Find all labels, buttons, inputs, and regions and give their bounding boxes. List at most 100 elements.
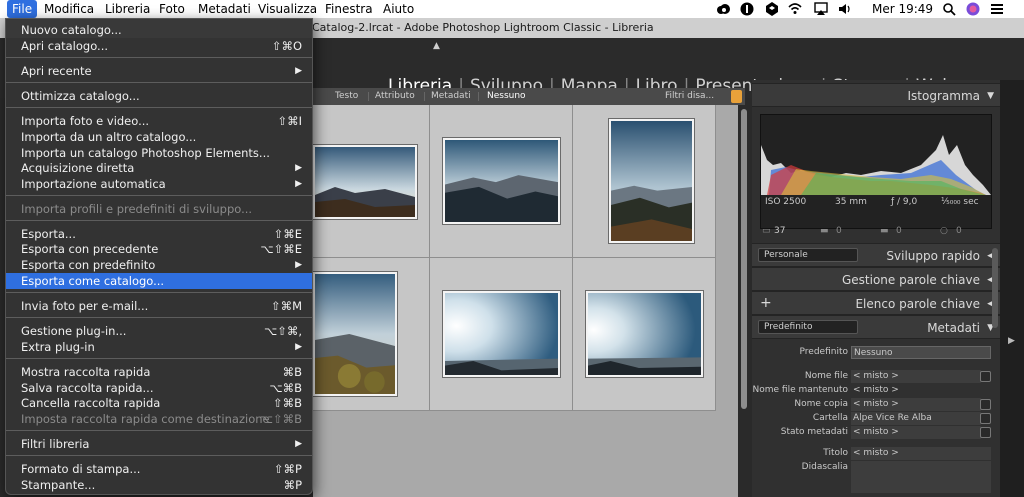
metadata-value: < misto > xyxy=(853,385,899,395)
wifi-icon[interactable] xyxy=(788,2,802,16)
grid-cell[interactable] xyxy=(430,105,573,258)
filter-divider xyxy=(478,92,479,101)
grid-cell[interactable] xyxy=(313,105,430,258)
menu-item-nuovo-catalogo[interactable]: Nuovo catalogo... xyxy=(6,22,312,38)
menu-item-ottimizza-catalogo[interactable]: Ottimizza catalogo... xyxy=(6,88,312,104)
siri-icon[interactable] xyxy=(966,2,980,16)
keyword-list-header[interactable]: + Elenco parole chiave ◀ xyxy=(752,291,1000,315)
dropbox-icon[interactable] xyxy=(765,2,779,16)
metadata-row-nome-copia: Nome copia < misto > xyxy=(752,398,1000,412)
photo-thumbnail[interactable] xyxy=(313,272,397,396)
photo-thumbnail[interactable] xyxy=(443,291,560,377)
metadata-value[interactable]: < misto > xyxy=(851,447,991,460)
info-circle-icon[interactable] xyxy=(740,2,754,16)
menu-item-apri-recente[interactable]: Apri recente ▶ xyxy=(6,63,312,79)
lock-icon[interactable] xyxy=(731,90,742,103)
collapse-triangle-icon[interactable]: ▼ xyxy=(987,85,994,107)
brush-tool-icon[interactable]: ▬ xyxy=(880,226,889,236)
menu-item-acquisizione-diretta[interactable]: Acquisizione diretta ▶ xyxy=(6,160,312,176)
metadata-value[interactable]: < misto > xyxy=(851,426,981,439)
creative-cloud-icon[interactable] xyxy=(716,2,730,16)
menu-item-stampante[interactable]: Stampante... ⌘P xyxy=(6,477,312,493)
grid-cell[interactable] xyxy=(573,105,716,258)
grid-cell[interactable] xyxy=(430,258,573,411)
clock[interactable]: Mer 19:49 xyxy=(872,1,933,17)
right-panel-scrollbar[interactable] xyxy=(992,248,998,328)
menu-item-importa-elements[interactable]: Importa un catalogo Photoshop Elements..… xyxy=(6,145,312,161)
menu-separator xyxy=(6,292,312,293)
caption-textarea[interactable] xyxy=(851,461,991,493)
menu-item-filtri-libreria[interactable]: Filtri libreria ▶ xyxy=(6,436,312,452)
menu-item-esporta-con-predefinito[interactable]: Esporta con predefinito ▶ xyxy=(6,257,312,273)
metadata-value[interactable]: < misto > xyxy=(851,398,981,411)
exif-shutter: ¹⁄₅₀₀₀ sec xyxy=(941,197,979,207)
metadata-action-button[interactable] xyxy=(980,427,991,438)
grid-scrollbar[interactable] xyxy=(738,105,750,497)
metadata-key: Nome copia xyxy=(794,399,848,409)
menu-metadati[interactable]: Metadati xyxy=(198,2,251,16)
menu-item-extra-plugin[interactable]: Extra plug-in ▶ xyxy=(6,339,312,355)
menu-item-salva-raccolta-rapida[interactable]: Salva raccolta rapida... ⌥⌘B xyxy=(6,380,312,396)
filter-nessuno[interactable]: Nessuno xyxy=(487,88,526,105)
count-spot: 0 xyxy=(836,226,842,236)
gradient-tool-icon[interactable]: ○ xyxy=(940,226,948,236)
menu-item-cancella-raccolta-rapida[interactable]: Cancella raccolta rapida ⇧⌘B xyxy=(6,395,312,411)
menu-file[interactable]: File xyxy=(7,0,38,18)
menu-item-importa-foto[interactable]: Importa foto e video... ⇧⌘I xyxy=(6,113,312,129)
menu-modifica[interactable]: Modifica xyxy=(44,2,94,16)
spot-tool-icon[interactable]: ▬ xyxy=(820,226,829,236)
menu-item-importazione-automatica[interactable]: Importazione automatica ▶ xyxy=(6,176,312,192)
metadata-header[interactable]: Predefinito Metadati ▼ xyxy=(752,315,1000,339)
menu-visualizza[interactable]: Visualizza xyxy=(258,2,317,16)
grid-cell[interactable] xyxy=(573,258,716,411)
file-menu: Nuovo catalogo... Apri catalogo... ⇧⌘O Ap… xyxy=(5,18,313,495)
menu-item-gestione-plugin[interactable]: Gestione plug-in... ⌥⇧⌘, xyxy=(6,323,312,339)
right-panel-toggle-icon[interactable]: ▶ xyxy=(1008,336,1015,346)
search-icon[interactable] xyxy=(942,2,956,16)
metadata-row-stato-metadati: Stato metadati < misto > xyxy=(752,426,1000,440)
filter-metadati[interactable]: Metadati xyxy=(431,88,471,105)
metadata-value[interactable]: Alpe Vice Re Alba xyxy=(851,412,981,425)
submenu-arrow-icon: ▶ xyxy=(295,66,302,76)
menu-libreria[interactable]: Libreria xyxy=(105,2,150,16)
menu-foto[interactable]: Foto xyxy=(159,2,185,16)
scroll-thumb[interactable] xyxy=(741,109,747,409)
metadata-preset-select[interactable]: Predefinito xyxy=(758,320,858,334)
histogram-header[interactable]: Istogramma ▼ xyxy=(752,83,1000,107)
metadata-preset-dropdown[interactable]: Nessuno xyxy=(851,346,991,359)
metadata-value[interactable]: < misto > xyxy=(851,370,981,383)
menu-item-formato-di-stampa[interactable]: Formato di stampa... ⇧⌘P xyxy=(6,461,312,477)
photo-thumbnail[interactable] xyxy=(609,119,694,243)
menu-item-invia-email[interactable]: Invia foto per e-mail... ⇧⌘M xyxy=(6,298,312,314)
menu-finestra[interactable]: Finestra xyxy=(325,2,373,16)
grid-empty-area xyxy=(313,411,738,497)
photo-thumbnail[interactable] xyxy=(443,138,560,224)
add-keyword-plus-icon[interactable]: + xyxy=(760,292,772,314)
keywording-header[interactable]: Gestione parole chiave ◀ xyxy=(752,267,1000,291)
metadata-title: Metadati xyxy=(927,321,980,335)
airplay-icon[interactable] xyxy=(814,2,828,16)
filter-testo[interactable]: Testo xyxy=(335,88,358,105)
quick-develop-preset-select[interactable]: Personale xyxy=(758,248,858,262)
photo-thumbnail[interactable] xyxy=(313,145,417,219)
menu-item-importa-altro-catalogo[interactable]: Importa da un altro catalogo... xyxy=(6,129,312,145)
menu-item-esporta-come-catalogo[interactable]: Esporta come catalogo... xyxy=(6,273,312,289)
menu-aiuto[interactable]: Aiuto xyxy=(383,2,414,16)
menu-separator xyxy=(6,455,312,456)
menu-item-apri-catalogo[interactable]: Apri catalogo... ⇧⌘O xyxy=(6,38,312,54)
menu-item-mostra-raccolta-rapida[interactable]: Mostra raccolta rapida ⌘B xyxy=(6,364,312,380)
quick-develop-header[interactable]: Personale Sviluppo rapido ◀ xyxy=(752,243,1000,267)
metadata-action-button[interactable] xyxy=(980,371,991,382)
collapse-top-caret-icon[interactable]: ▲ xyxy=(433,41,440,51)
filter-attributo[interactable]: Attributo xyxy=(375,88,415,105)
grid-cell[interactable] xyxy=(313,258,430,411)
menu-item-esporta-con-precedente[interactable]: Esporta con precedente ⌥⇧⌘E xyxy=(6,241,312,257)
control-center-icon[interactable] xyxy=(990,2,1004,16)
menu-item-esporta[interactable]: Esporta... ⇧⌘E xyxy=(6,226,312,242)
volume-icon[interactable] xyxy=(838,2,852,16)
filters-preset-label[interactable]: Filtri disa... xyxy=(665,88,714,105)
crop-tool-icon[interactable]: ▭ xyxy=(762,226,771,236)
photo-thumbnail[interactable] xyxy=(586,291,703,377)
metadata-action-button[interactable] xyxy=(980,413,991,424)
metadata-action-button[interactable] xyxy=(980,399,991,410)
